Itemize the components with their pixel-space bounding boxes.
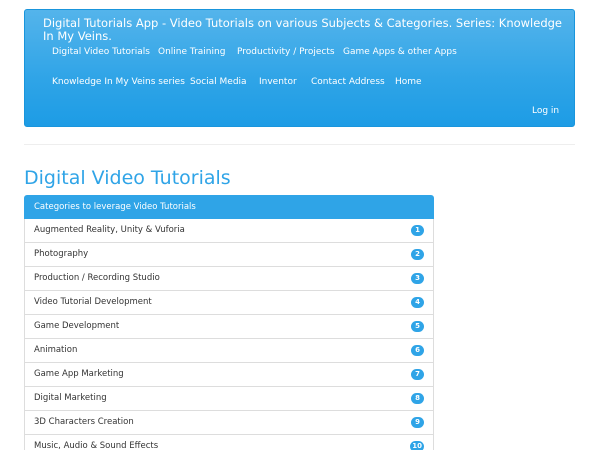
category-item-label: Animation	[34, 345, 78, 355]
nav-link-productivity-projects[interactable]: Productivity / Projects	[237, 47, 335, 58]
category-item-label: Augmented Reality, Unity & Vuforia	[34, 225, 185, 235]
category-item[interactable]: Game Development 5	[24, 315, 434, 339]
category-count-badge: 3	[411, 273, 424, 284]
category-item-label: Music, Audio & Sound Effects	[34, 441, 159, 450]
page: Digital Tutorials App - Video Tutorials …	[0, 0, 600, 450]
category-item[interactable]: Digital Marketing 8	[24, 387, 434, 411]
category-item-label: Digital Marketing	[34, 393, 107, 403]
nav-link-inventor[interactable]: Inventor	[259, 77, 297, 88]
category-item-label: Game App Marketing	[34, 369, 124, 379]
category-item-label: Photography	[34, 249, 89, 259]
category-item[interactable]: Augmented Reality, Unity & Vuforia 1	[24, 219, 434, 243]
category-count-badge: 10	[410, 441, 424, 450]
category-item[interactable]: Music, Audio & Sound Effects 10	[24, 435, 434, 450]
header-divider	[24, 144, 575, 145]
category-item[interactable]: Game App Marketing 7	[24, 363, 434, 387]
nav-link-contact-address[interactable]: Contact Address	[311, 77, 385, 88]
category-item[interactable]: 3D Characters Creation 9	[24, 411, 434, 435]
nav-link-game-apps[interactable]: Game Apps & other Apps	[343, 47, 457, 58]
category-item-label: Video Tutorial Development	[34, 297, 152, 307]
category-list: Categories to leverage Video Tutorials A…	[24, 195, 434, 450]
nav-link-knowledge-in-my-veins[interactable]: Knowledge In My Veins series	[52, 77, 185, 88]
category-count-badge: 9	[411, 417, 424, 428]
category-count-badge: 8	[411, 393, 424, 404]
category-count-badge: 4	[411, 297, 424, 308]
nav-link-social-media[interactable]: Social Media	[190, 77, 247, 88]
top-navbar: Digital Tutorials App - Video Tutorials …	[24, 9, 575, 127]
login-link[interactable]: Log in	[532, 106, 559, 117]
nav-link-digital-video-tutorials[interactable]: Digital Video Tutorials	[52, 47, 150, 58]
category-item-label: Game Development	[34, 321, 120, 331]
category-item-label: Production / Recording Studio	[34, 273, 160, 283]
brand-link[interactable]: Digital Tutorials App - Video Tutorials …	[43, 17, 563, 43]
nav-link-online-training[interactable]: Online Training	[158, 47, 225, 58]
category-item[interactable]: Video Tutorial Development 4	[24, 291, 434, 315]
category-list-header: Categories to leverage Video Tutorials	[24, 195, 434, 219]
category-item-label: 3D Characters Creation	[34, 417, 134, 427]
category-count-badge: 6	[411, 345, 424, 356]
category-count-badge: 7	[411, 369, 424, 380]
category-item[interactable]: Animation 6	[24, 339, 434, 363]
category-count-badge: 1	[411, 225, 424, 236]
category-item[interactable]: Photography 2	[24, 243, 434, 267]
category-count-badge: 5	[411, 321, 424, 332]
category-item[interactable]: Production / Recording Studio 3	[24, 267, 434, 291]
page-title: Digital Video Tutorials	[24, 167, 231, 189]
category-count-badge: 2	[411, 249, 424, 260]
nav-link-home[interactable]: Home	[395, 77, 422, 88]
